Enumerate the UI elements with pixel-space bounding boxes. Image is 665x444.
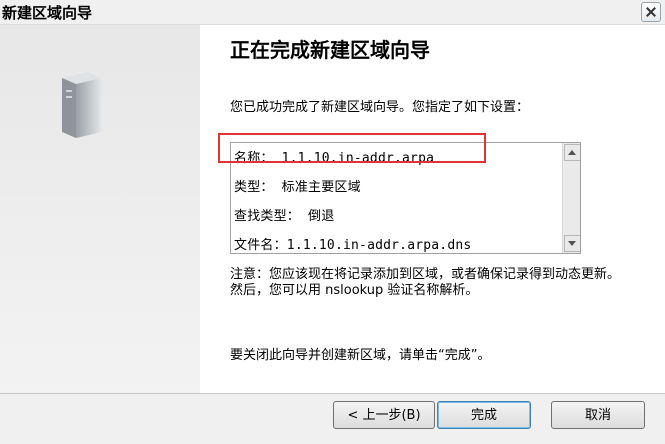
server-icon [62,72,102,138]
summary-row-lookup: 查找类型： 倒退 [234,209,335,224]
back-button[interactable]: < 上一步(B) [333,401,435,429]
wizard-side-panel [0,25,200,393]
cancel-button[interactable]: 取消 [551,401,645,429]
close-icon[interactable] [641,2,661,22]
summary-row-file: 文件名：1.1.10.in-addr.arpa.dns [234,238,472,253]
page-title: 正在完成新建区域向导 [230,38,430,62]
scroll-down-icon[interactable] [564,235,580,252]
window-title: 新建区域向导 [2,4,93,22]
summary-row-type: 类型： 标准主要区域 [234,180,361,195]
closing-text: 要关闭此向导并创建新区域，请单击“完成”。 [230,348,491,363]
annotation-highlight [218,133,486,163]
scroll-up-icon[interactable] [564,144,580,161]
note-text: 注意：您应该现在将记录添加到区域，或者确保记录得到动态更新。然后，您可以用 ns… [230,267,621,298]
title-bar: 新建区域向导 [0,0,665,25]
intro-text: 您已成功完成了新建区域向导。您指定了如下设置： [230,100,530,115]
finish-button[interactable]: 完成 [437,401,531,429]
summary-scrollbar[interactable] [562,143,580,253]
